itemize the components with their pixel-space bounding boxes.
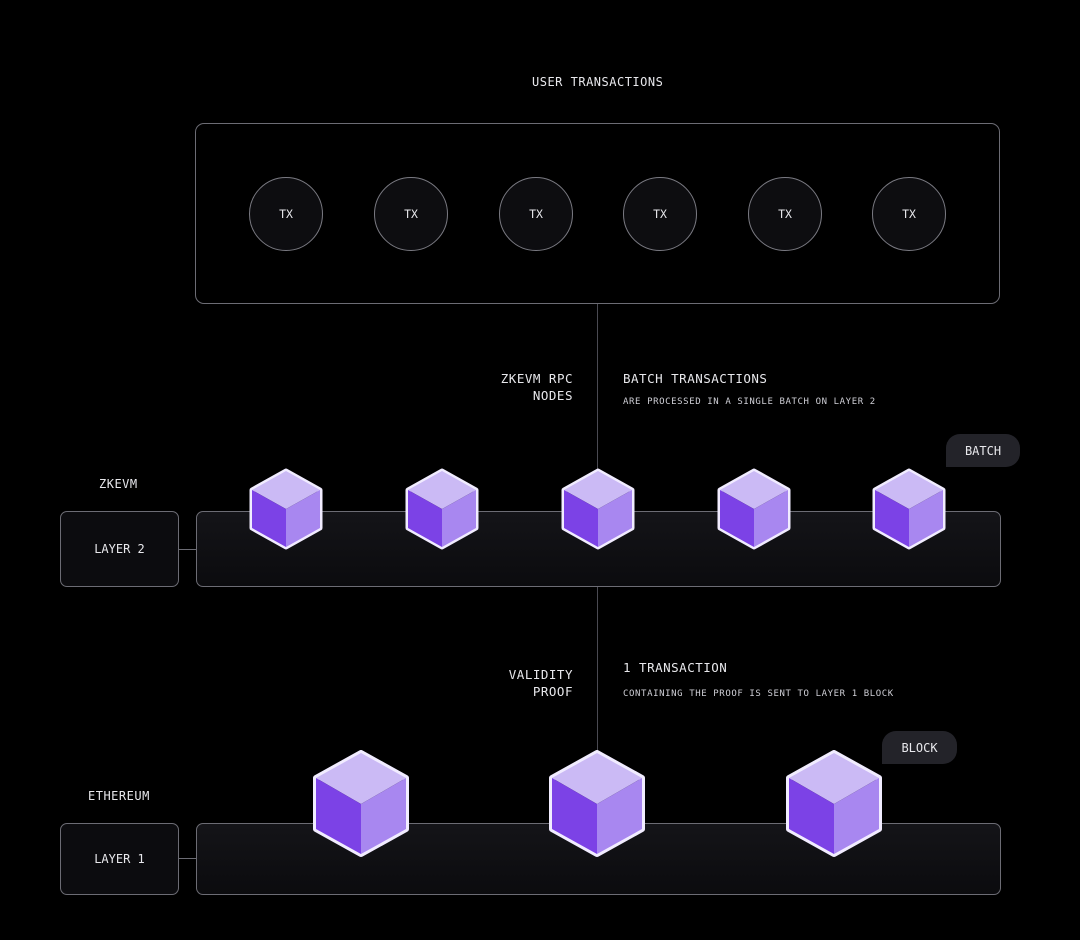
validity-proof-label: VALIDITY PROOF [509, 666, 573, 700]
block-cube [313, 750, 409, 857]
layer2-box: LAYER 2 [60, 511, 179, 587]
layer1-connector [179, 858, 196, 859]
layer2-network-label: ZKEVM [99, 477, 138, 491]
batch-heading: BATCH TRANSACTIONS [623, 371, 768, 386]
batch-cube [717, 468, 791, 550]
batch-pill: BATCH [946, 434, 1020, 467]
block-cube [786, 750, 882, 857]
layer1-box: LAYER 1 [60, 823, 179, 895]
proof-heading: 1 TRANSACTION [623, 660, 728, 675]
tx-circle: TX [872, 177, 946, 251]
validity-proof-label-line2: PROOF [532, 684, 573, 699]
batch-cube [872, 468, 946, 550]
batch-cube [249, 468, 323, 550]
validity-proof-label-line1: VALIDITY [508, 667, 573, 682]
tx-circle: TX [499, 177, 573, 251]
rpc-nodes-label: ZKEVM RPC NODES [501, 370, 573, 404]
layer1-network-label: ETHEREUM [88, 789, 150, 803]
batch-cube [561, 468, 635, 550]
batch-cube [405, 468, 479, 550]
proof-description: CONTAINING THE PROOF IS SENT TO LAYER 1 … [623, 689, 894, 699]
block-cube [549, 750, 645, 857]
tx-circle: TX [374, 177, 448, 251]
rpc-nodes-label-line1: ZKEVM RPC [500, 371, 573, 386]
block-pill: BLOCK [882, 731, 957, 764]
rpc-nodes-label-line2: NODES [532, 388, 573, 403]
user-transactions-title: USER TRANSACTIONS [532, 75, 664, 89]
tx-circle: TX [748, 177, 822, 251]
layer2-connector [179, 549, 196, 550]
tx-circle: TX [623, 177, 697, 251]
batch-description: ARE PROCESSED IN A SINGLE BATCH ON LAYER… [623, 397, 876, 407]
tx-circle: TX [249, 177, 323, 251]
